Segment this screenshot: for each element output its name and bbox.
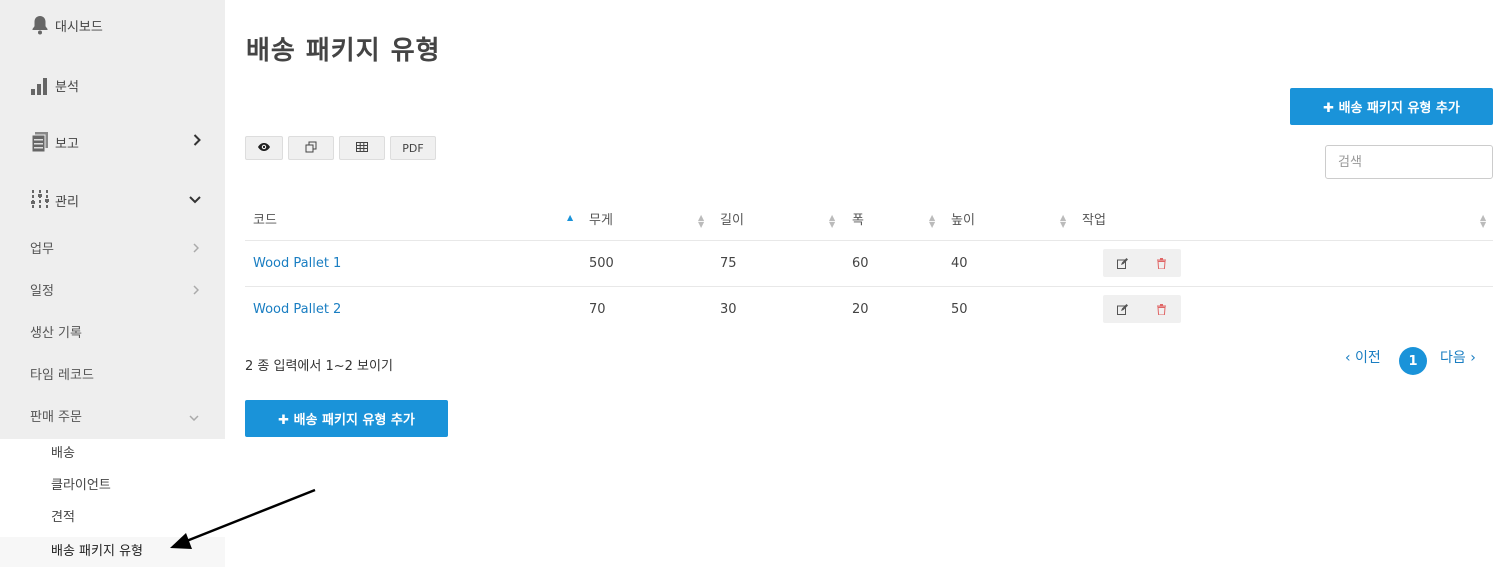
csv-export-button[interactable] xyxy=(339,136,385,160)
report-icon xyxy=(30,131,50,153)
sidebar-item-label: 견적 xyxy=(51,510,75,525)
column-header-width[interactable]: 폭 xyxy=(852,202,864,240)
sidebar-item-tasks[interactable]: 업무 xyxy=(0,236,225,264)
sidebar-item-label: 타임 레코드 xyxy=(30,368,94,383)
weight-cell: 500 xyxy=(589,256,614,271)
column-header-weight[interactable]: 무게 xyxy=(589,202,613,240)
sidebar-item-label: 클라이언트 xyxy=(51,478,111,493)
page-title: 배송 패키지 유형 xyxy=(246,36,441,66)
pdf-export-button[interactable]: PDF xyxy=(390,136,436,160)
width-cell: 20 xyxy=(852,302,869,317)
sidebar-item-shipping[interactable]: 배송 xyxy=(0,439,225,469)
copy-icon xyxy=(305,141,317,156)
add-package-type-button-bottom[interactable]: ✚ 배송 패키지 유형 추가 xyxy=(245,400,448,437)
sidebar: 대시보드 분석 보고 관리 업무 일정 생산 기록 타임 레코드 판매 주문 배… xyxy=(0,0,225,577)
sidebar-item-time-record[interactable]: 타임 레코드 xyxy=(0,362,225,390)
column-header-height[interactable]: 높이 xyxy=(951,202,975,240)
edit-icon[interactable] xyxy=(1103,249,1142,277)
height-cell: 50 xyxy=(951,302,968,317)
sidebar-item-label: 생산 기록 xyxy=(30,326,82,341)
delete-icon[interactable] xyxy=(1142,295,1181,323)
row-actions xyxy=(1103,249,1181,277)
row-actions xyxy=(1103,295,1181,323)
chevron-right-icon xyxy=(193,278,200,306)
column-header-code[interactable]: 코드 xyxy=(253,202,277,240)
add-package-type-button-top[interactable]: ✚ 배송 패키지 유형 추가 xyxy=(1290,88,1493,125)
column-header-actions: 작업 xyxy=(1082,213,1106,228)
sidebar-item-label: 배송 패키지 유형 xyxy=(51,544,143,559)
package-code-link[interactable]: Wood Pallet 1 xyxy=(253,256,341,271)
sidebar-item-label: 분석 xyxy=(55,79,79,95)
sidebar-item-clients[interactable]: 클라이언트 xyxy=(0,471,225,501)
sidebar-item-dashboard[interactable]: 대시보드 xyxy=(0,10,225,40)
sort-icon[interactable]: ▲ xyxy=(567,214,573,222)
sidebar-item-label: 배송 xyxy=(51,446,75,461)
sidebar-item-label: 대시보드 xyxy=(55,19,103,35)
sidebar-item-analytics[interactable]: 분석 xyxy=(0,70,225,100)
pagination-current-page[interactable]: 1 xyxy=(1399,347,1427,375)
sort-icon[interactable]: ▲ ▼ xyxy=(698,214,704,229)
sidebar-item-label: 관리 xyxy=(55,194,79,210)
bell-icon xyxy=(30,14,50,36)
column-visibility-button[interactable] xyxy=(245,136,283,160)
sidebar-item-reports[interactable]: 보고 xyxy=(0,127,225,157)
table-info: 2 종 입력에서 1~2 보이기 xyxy=(245,359,393,374)
delete-icon[interactable] xyxy=(1142,249,1181,277)
divider xyxy=(245,286,1493,287)
sidebar-item-label: 업무 xyxy=(30,242,54,257)
sidebar-item-shipping-package-types[interactable]: 배송 패키지 유형 xyxy=(0,537,225,567)
copy-button[interactable] xyxy=(288,136,334,160)
sliders-icon xyxy=(30,189,50,211)
annotation-arrow xyxy=(170,488,316,549)
package-code-link[interactable]: Wood Pallet 2 xyxy=(253,302,341,317)
sidebar-item-label: 판매 주문 xyxy=(30,410,82,425)
column-header-length[interactable]: 길이 xyxy=(720,202,744,240)
pagination-previous[interactable]: ‹ 이전 xyxy=(1345,347,1381,367)
height-cell: 40 xyxy=(951,256,968,271)
sort-icon[interactable]: ▲ ▼ xyxy=(1060,214,1066,229)
sidebar-item-schedule[interactable]: 일정 xyxy=(0,278,225,306)
weight-cell: 70 xyxy=(589,302,606,317)
edit-icon[interactable] xyxy=(1103,295,1142,323)
length-cell: 75 xyxy=(720,256,737,271)
table-icon xyxy=(356,141,368,155)
sort-icon[interactable]: ▲ ▼ xyxy=(1480,214,1486,229)
width-cell: 60 xyxy=(852,256,869,271)
chevron-down-icon xyxy=(189,193,201,208)
divider xyxy=(245,240,1493,241)
eye-icon xyxy=(257,142,271,155)
sidebar-item-label: 일정 xyxy=(30,284,54,299)
sales-orders-submenu: 배송 클라이언트 견적 배송 패키지 유형 xyxy=(0,439,225,577)
sidebar-item-sales-orders[interactable]: 판매 주문 xyxy=(0,404,225,432)
bar-chart-icon xyxy=(30,74,50,96)
length-cell: 30 xyxy=(720,302,737,317)
sidebar-item-production-log[interactable]: 생산 기록 xyxy=(0,320,225,348)
chevron-right-icon xyxy=(193,236,200,264)
pdf-label: PDF xyxy=(402,141,424,155)
sort-icon[interactable]: ▲ ▼ xyxy=(929,214,935,229)
sort-icon[interactable]: ▲ ▼ xyxy=(829,214,835,229)
sidebar-item-label: 보고 xyxy=(55,136,79,152)
chevron-down-icon xyxy=(189,404,199,432)
sidebar-item-management[interactable]: 관리 xyxy=(0,185,225,215)
search-input[interactable] xyxy=(1325,145,1493,179)
chevron-right-icon xyxy=(193,134,201,150)
pagination-next[interactable]: 다음 › xyxy=(1440,347,1476,367)
sidebar-item-quotes[interactable]: 견적 xyxy=(0,503,225,533)
